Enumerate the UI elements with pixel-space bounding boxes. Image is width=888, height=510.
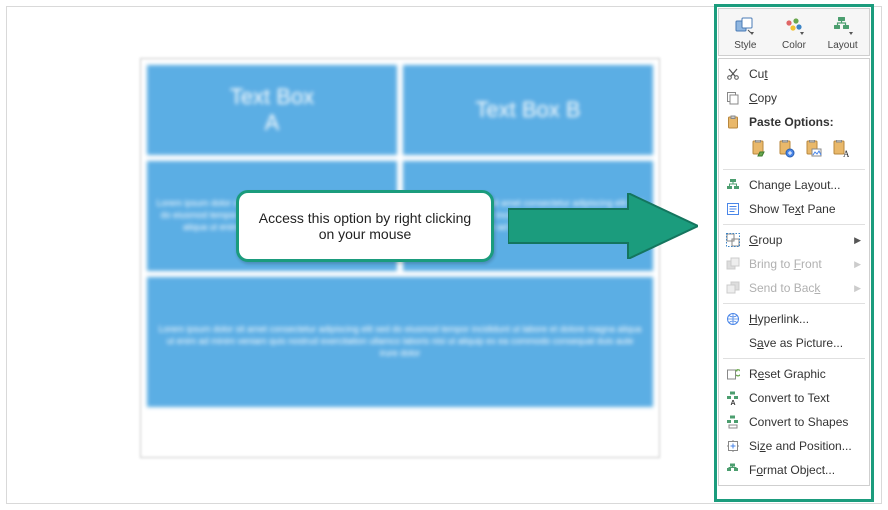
context-panel: Style Color Layout Cut Copy — [718, 8, 870, 486]
bring-front-icon — [725, 256, 741, 272]
paste-keep-source[interactable] — [749, 137, 771, 161]
convert-shapes-icon — [725, 414, 741, 430]
send-back-icon — [725, 280, 741, 296]
size-position-icon — [725, 438, 741, 454]
color-button[interactable]: Color — [770, 13, 819, 53]
menu-label: Paste Options: — [749, 115, 861, 129]
menu-copy[interactable]: Copy — [719, 86, 869, 110]
menu-label: Convert to Text — [749, 391, 861, 405]
style-icon — [734, 15, 756, 37]
convert-text-icon: A — [725, 390, 741, 406]
reset-icon — [725, 366, 741, 382]
menu-label: Send to Back — [749, 281, 846, 295]
menu-label: Show Text Pane — [749, 202, 861, 216]
format-object-icon — [725, 462, 741, 478]
submenu-arrow-icon: ▶ — [854, 235, 861, 246]
menu-convert-to-text[interactable]: A Convert to Text — [719, 386, 869, 410]
clipboard-icon — [725, 114, 741, 130]
menu-convert-to-shapes[interactable]: Convert to Shapes — [719, 410, 869, 434]
context-menu: Cut Copy Paste Options: A Change Layout.… — [718, 58, 870, 486]
color-icon — [783, 15, 805, 37]
callout-text: Access this option by right clicking on … — [253, 210, 477, 242]
menu-label: Save as Picture... — [749, 336, 861, 350]
menu-label: Change Layout... — [749, 178, 861, 192]
paste-picture[interactable] — [803, 137, 825, 161]
mini-toolbar: Style Color Layout — [718, 8, 870, 56]
menu-send-to-back: Send to Back ▶ — [719, 276, 869, 300]
text-pane-icon — [725, 201, 741, 217]
menu-bring-to-front: Bring to Front ▶ — [719, 252, 869, 276]
style-label: Style — [734, 40, 756, 51]
menu-show-text-pane[interactable]: Show Text Pane — [719, 197, 869, 221]
menu-paste-options-label: Paste Options: — [719, 110, 869, 134]
smartart-node[interactable]: Lorem ipsum dolor sit amet consectetur a… — [147, 277, 653, 407]
callout-arrow — [508, 193, 698, 259]
hyperlink-icon — [725, 311, 741, 327]
group-icon — [725, 232, 741, 248]
paste-options-row: A — [719, 134, 869, 166]
paste-text-only[interactable]: A — [830, 137, 852, 161]
scissors-icon — [725, 66, 741, 82]
menu-format-object[interactable]: Format Object... — [719, 458, 869, 482]
svg-text:A: A — [730, 400, 735, 405]
menu-label: Format Object... — [749, 463, 861, 477]
menu-reset-graphic[interactable]: Reset Graphic — [719, 362, 869, 386]
blank-icon — [725, 335, 741, 351]
layout-label: Layout — [828, 40, 858, 51]
menu-save-as-picture[interactable]: Save as Picture... — [719, 331, 869, 355]
layout-icon — [832, 15, 854, 37]
style-button[interactable]: Style — [721, 13, 770, 53]
menu-label: Copy — [749, 91, 861, 105]
menu-label: Convert to Shapes — [749, 415, 861, 429]
menu-label: Reset Graphic — [749, 367, 861, 381]
layout-button[interactable]: Layout — [818, 13, 867, 53]
color-label: Color — [782, 40, 806, 51]
menu-cut[interactable]: Cut — [719, 62, 869, 86]
menu-label: Hyperlink... — [749, 312, 861, 326]
menu-hyperlink[interactable]: Hyperlink... — [719, 307, 869, 331]
menu-group[interactable]: Group ▶ — [719, 228, 869, 252]
text-box-a[interactable]: Text Box A — [147, 65, 397, 155]
svg-text:A: A — [843, 149, 849, 158]
menu-label: Size and Position... — [749, 439, 861, 453]
submenu-arrow-icon: ▶ — [854, 259, 861, 270]
menu-label: Bring to Front — [749, 257, 846, 271]
menu-label: Cut — [749, 67, 861, 81]
menu-size-and-position[interactable]: Size and Position... — [719, 434, 869, 458]
copy-icon — [725, 90, 741, 106]
submenu-arrow-icon: ▶ — [854, 283, 861, 294]
instruction-callout: Access this option by right clicking on … — [236, 190, 494, 262]
menu-change-layout[interactable]: Change Layout... — [719, 173, 869, 197]
text-box-b[interactable]: Text Box B — [403, 65, 653, 155]
layout-small-icon — [725, 177, 741, 193]
paste-use-dest[interactable] — [776, 137, 798, 161]
menu-label: Group — [749, 233, 846, 247]
